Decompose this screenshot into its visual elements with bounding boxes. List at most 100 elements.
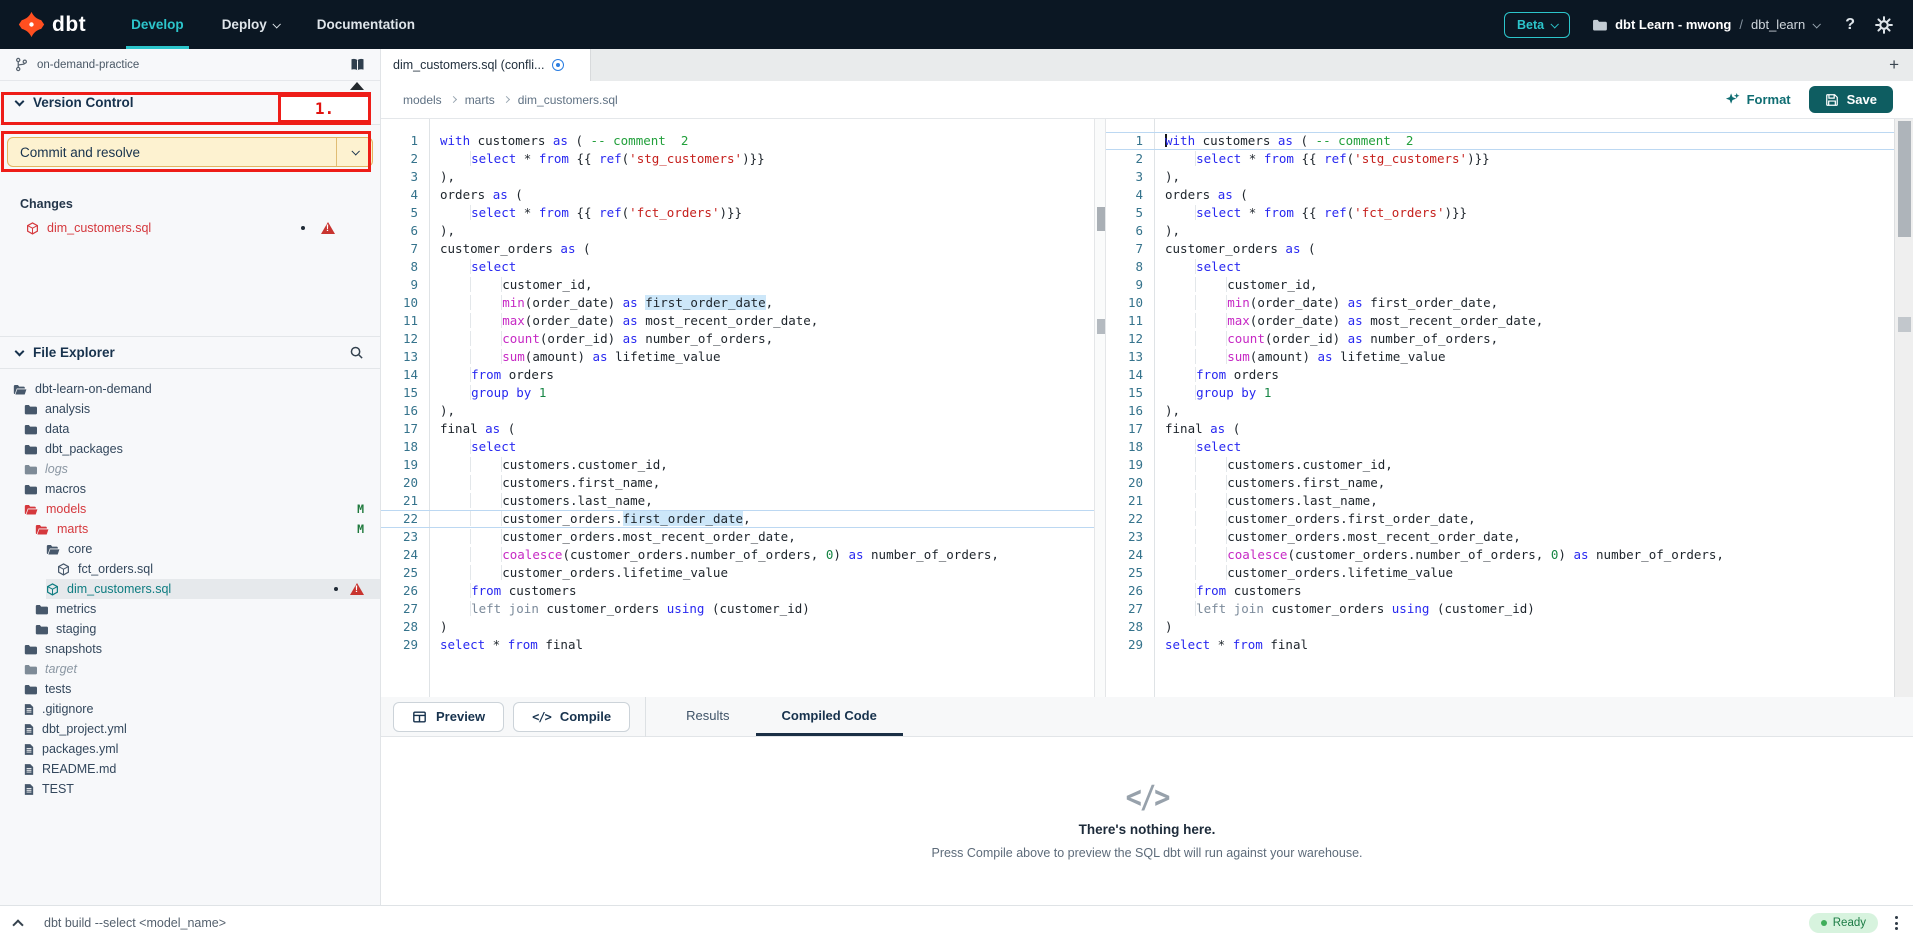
code-line-7[interactable]: 7customer_orders as ( [381, 240, 1094, 258]
code-line-21[interactable]: 21 customers.last_name, [1106, 492, 1894, 510]
code-line-15[interactable]: 15 group by 1 [1106, 384, 1894, 402]
code-line-27[interactable]: 27 left join customer_orders using (cust… [381, 600, 1094, 618]
code-line-22[interactable]: 22 customer_orders.first_order_date, [381, 510, 1094, 528]
code-line-11[interactable]: 11 max(order_date) as most_recent_order_… [1106, 312, 1894, 330]
help-button[interactable]: ? [1845, 16, 1855, 34]
code-line-29[interactable]: 29select * from final [381, 636, 1094, 654]
file-explorer-header[interactable]: File Explorer [0, 336, 380, 369]
code-line-17[interactable]: 17final as ( [381, 420, 1094, 438]
code-line-3[interactable]: 3), [381, 168, 1094, 186]
code-line-19[interactable]: 19 customers.customer_id, [1106, 456, 1894, 474]
code-line-14[interactable]: 14 from orders [381, 366, 1094, 384]
code-line-23[interactable]: 23 customer_orders.most_recent_order_dat… [1106, 528, 1894, 546]
beta-button[interactable]: Beta [1504, 12, 1570, 38]
nav-deploy[interactable]: Deploy [203, 0, 298, 49]
editor-tab-dim-customers[interactable]: dim_customers.sql (confli... [381, 49, 591, 81]
code-line-16[interactable]: 16), [381, 402, 1094, 420]
code-line-4[interactable]: 4orders as ( [381, 186, 1094, 204]
code-line-20[interactable]: 20 customers.first_name, [381, 474, 1094, 492]
scrollbar-thumb[interactable] [1097, 207, 1105, 231]
code-line-19[interactable]: 19 customers.customer_id, [381, 456, 1094, 474]
code-line-2[interactable]: 2 select * from {{ ref('stg_customers')}… [381, 150, 1094, 168]
right-editor-scrollbar[interactable] [1894, 119, 1913, 697]
account-switcher[interactable]: dbt Learn - mwong / dbt_learn [1592, 17, 1819, 32]
file-tree-item-macros[interactable]: macros [0, 479, 380, 499]
scrollbar-thumb[interactable] [1898, 121, 1911, 237]
code-line-21[interactable]: 21 customers.last_name, [381, 492, 1094, 510]
code-line-3[interactable]: 3), [1106, 168, 1894, 186]
file-tree-item-marts[interactable]: martsM [0, 519, 380, 539]
file-tree-item-metrics[interactable]: metrics [0, 599, 380, 619]
code-line-28[interactable]: 28) [381, 618, 1094, 636]
code-line-16[interactable]: 16), [1106, 402, 1894, 420]
code-line-5[interactable]: 5 select * from {{ ref('fct_orders')}} [1106, 204, 1894, 222]
file-tree-item-models[interactable]: modelsM [0, 499, 380, 519]
file-tree-item-readme-md[interactable]: README.md [0, 759, 380, 779]
left-editor-scrollbar[interactable] [1094, 119, 1106, 697]
code-line-13[interactable]: 13 sum(amount) as lifetime_value [1106, 348, 1894, 366]
code-line-25[interactable]: 25 customer_orders.lifetime_value [1106, 564, 1894, 582]
code-line-12[interactable]: 12 count(order_id) as number_of_orders, [381, 330, 1094, 348]
code-line-1[interactable]: 1with customers as ( -- comment 2 [1106, 132, 1894, 150]
code-line-28[interactable]: 28) [1106, 618, 1894, 636]
file-tree-item-snapshots[interactable]: snapshots [0, 639, 380, 659]
file-tree-item-logs[interactable]: logs [0, 459, 380, 479]
code-line-17[interactable]: 17final as ( [1106, 420, 1894, 438]
code-line-22[interactable]: 22 customer_orders.first_order_date, [1106, 510, 1894, 528]
code-pane-right[interactable]: 1with customers as ( -- comment 22 selec… [1106, 119, 1894, 697]
code-line-25[interactable]: 25 customer_orders.lifetime_value [381, 564, 1094, 582]
changes-item-dim-customers-sql[interactable]: dim_customers.sql [0, 217, 380, 239]
file-tree-item--gitignore[interactable]: .gitignore [0, 699, 380, 719]
file-tree-item-target[interactable]: target [0, 659, 380, 679]
commit-dropdown-toggle[interactable] [336, 138, 372, 166]
code-line-8[interactable]: 8 select [1106, 258, 1894, 276]
code-line-26[interactable]: 26 from customers [381, 582, 1094, 600]
file-tree-item-dim-customers-sql[interactable]: dim_customers.sql [0, 579, 380, 599]
command-input[interactable]: dbt build --select <model_name> [44, 916, 1809, 930]
code-pane-left[interactable]: 1with customers as ( -- comment 22 selec… [381, 119, 1094, 697]
code-line-20[interactable]: 20 customers.first_name, [1106, 474, 1894, 492]
compile-button[interactable]: </> Compile [513, 702, 630, 732]
save-button[interactable]: Save [1809, 86, 1893, 113]
code-line-26[interactable]: 26 from customers [1106, 582, 1894, 600]
code-line-2[interactable]: 2 select * from {{ ref('stg_customers')}… [1106, 150, 1894, 168]
file-tree-item-data[interactable]: data [0, 419, 380, 439]
code-line-23[interactable]: 23 customer_orders.most_recent_order_dat… [381, 528, 1094, 546]
file-tree-item-dbt-project-yml[interactable]: dbt_project.yml [0, 719, 380, 739]
nav-documentation[interactable]: Documentation [298, 0, 434, 49]
file-tree-item-staging[interactable]: staging [0, 619, 380, 639]
docs-book-button[interactable] [349, 57, 366, 73]
tab-compiled-code[interactable]: Compiled Code [756, 697, 903, 736]
file-tree-item-fct-orders-sql[interactable]: fct_orders.sql [0, 559, 380, 579]
code-line-5[interactable]: 5 select * from {{ ref('fct_orders')}} [381, 204, 1094, 222]
code-line-13[interactable]: 13 sum(amount) as lifetime_value [381, 348, 1094, 366]
code-line-10[interactable]: 10 min(order_date) as first_order_date, [381, 294, 1094, 312]
tab-results[interactable]: Results [660, 697, 755, 736]
file-tree-item-dbt-packages[interactable]: dbt_packages [0, 439, 380, 459]
breadcrumb-models[interactable]: models [403, 93, 442, 107]
code-line-18[interactable]: 18 select [381, 438, 1094, 456]
code-line-14[interactable]: 14 from orders [1106, 366, 1894, 384]
file-tree-item-core[interactable]: core [0, 539, 380, 559]
code-line-8[interactable]: 8 select [381, 258, 1094, 276]
file-tree-item-packages-yml[interactable]: packages.yml [0, 739, 380, 759]
file-tree-item-tests[interactable]: tests [0, 679, 380, 699]
code-line-29[interactable]: 29select * from final [1106, 636, 1894, 654]
nav-develop[interactable]: Develop [112, 0, 203, 49]
code-line-4[interactable]: 4orders as ( [1106, 186, 1894, 204]
code-line-15[interactable]: 15 group by 1 [381, 384, 1094, 402]
settings-button[interactable] [1875, 16, 1893, 34]
code-line-9[interactable]: 9 customer_id, [1106, 276, 1894, 294]
code-line-24[interactable]: 24 coalesce(customer_orders.number_of_or… [1106, 546, 1894, 564]
code-line-24[interactable]: 24 coalesce(customer_orders.number_of_or… [381, 546, 1094, 564]
code-line-7[interactable]: 7customer_orders as ( [1106, 240, 1894, 258]
breadcrumb-file[interactable]: dim_customers.sql [518, 93, 618, 107]
code-line-10[interactable]: 10 min(order_date) as first_order_date, [1106, 294, 1894, 312]
code-line-6[interactable]: 6), [1106, 222, 1894, 240]
chevron-up-icon[interactable] [12, 919, 23, 930]
preview-button[interactable]: Preview [393, 702, 504, 732]
code-line-18[interactable]: 18 select [1106, 438, 1894, 456]
code-line-11[interactable]: 11 max(order_date) as most_recent_order_… [381, 312, 1094, 330]
dbt-logo[interactable]: dbt [0, 0, 112, 49]
file-search-button[interactable] [349, 345, 364, 360]
